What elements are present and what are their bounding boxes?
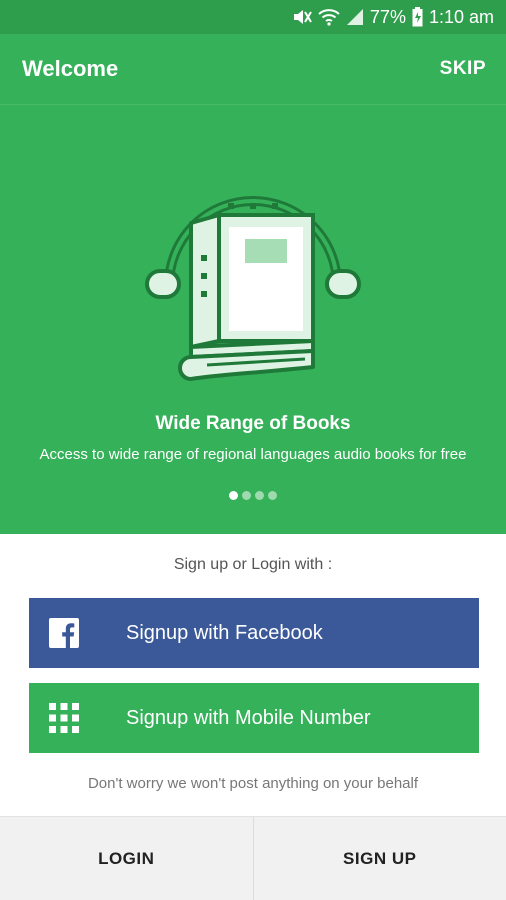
facebook-signup-button[interactable]: Signup with Facebook: [29, 598, 479, 668]
clock: 1:10 am: [428, 6, 494, 27]
login-button[interactable]: LOGIN: [0, 817, 253, 900]
battery-percent: 77%: [369, 6, 406, 27]
slide-title: Wide Range of Books: [155, 413, 351, 434]
privacy-disclaimer: Don't worry we won't post anything on yo…: [87, 775, 419, 792]
page-dot-2[interactable]: [242, 491, 251, 500]
slide-description: Access to wide range of regional languag…: [39, 446, 467, 463]
headphone-book-icon: [145, 196, 361, 381]
app-bar: Welcome SKIP: [0, 34, 506, 104]
onboarding-carousel[interactable]: Wide Range of Books Access to wide range…: [0, 104, 506, 534]
facebook-signup-label: Signup with Facebook: [126, 621, 323, 644]
skip-button[interactable]: SKIP: [440, 58, 486, 80]
mobile-signup-button[interactable]: Signup with Mobile Number: [29, 683, 479, 753]
page-dot-3[interactable]: [255, 491, 264, 500]
wifi-icon: [318, 8, 340, 26]
page-indicator: [0, 491, 506, 500]
page-dot-1[interactable]: [229, 491, 238, 500]
signup-button[interactable]: SIGN UP: [254, 817, 506, 900]
bottom-action-bar: LOGIN SIGN UP: [0, 816, 506, 900]
facebook-icon: [49, 618, 79, 648]
battery-icon: [412, 7, 423, 27]
dialpad-icon: [49, 703, 79, 733]
page-title: Welcome: [22, 56, 119, 81]
signal-icon: [346, 8, 364, 26]
page-dot-4[interactable]: [268, 491, 277, 500]
signup-prompt: Sign up or Login with :: [173, 556, 333, 573]
status-bar: 77% 1:10 am: [0, 0, 506, 34]
mute-icon: [292, 8, 312, 26]
mobile-signup-label: Signup with Mobile Number: [126, 706, 371, 729]
